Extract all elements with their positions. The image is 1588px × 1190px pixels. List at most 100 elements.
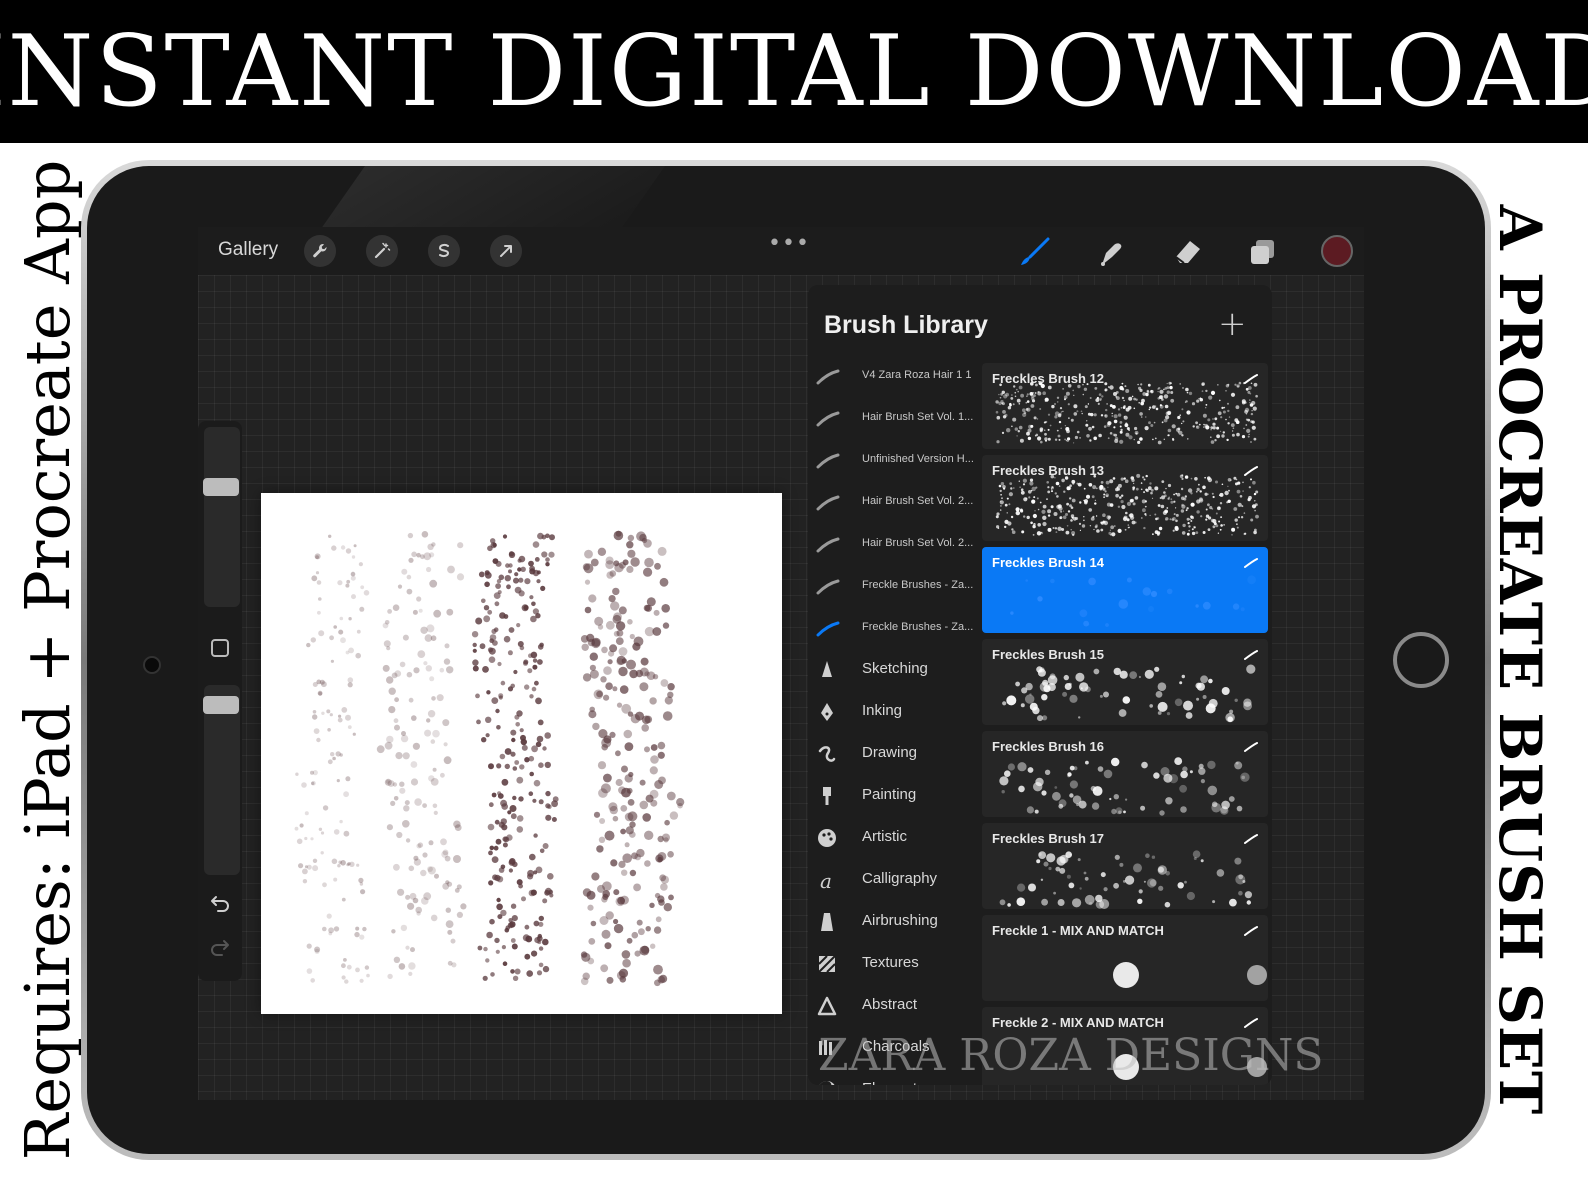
smudge-icon[interactable]	[1094, 235, 1128, 269]
layers-icon[interactable]	[1246, 235, 1280, 269]
brush-icon[interactable]	[1018, 235, 1052, 269]
freckle-dot	[589, 664, 596, 671]
speckle	[1145, 416, 1147, 418]
speckle	[1049, 424, 1052, 427]
freckle-dot	[411, 715, 417, 721]
brush-set-item[interactable]: Hair Brush Set Vol. 2...	[808, 523, 984, 565]
brush-item[interactable]: Freckle 1 - MIX AND MATCH	[982, 915, 1268, 1001]
speckle	[1163, 418, 1168, 423]
color-picker-button[interactable]	[1321, 235, 1353, 267]
speckle	[1125, 875, 1135, 885]
speckle	[1117, 528, 1122, 533]
speckle	[1068, 417, 1070, 419]
brush-set-item[interactable]: Airbrushing	[808, 901, 984, 943]
eyedropper-button[interactable]	[211, 639, 229, 657]
brush-item[interactable]: Freckles Brush 15	[982, 639, 1268, 725]
brush-set-item[interactable]: Freckle Brushes - Za...	[808, 607, 984, 649]
brush-set-item[interactable]: Artistic	[808, 817, 984, 859]
drawing-canvas[interactable]	[261, 493, 782, 1014]
brush-set-label: Unfinished Version H...	[862, 453, 974, 465]
speckle	[1103, 691, 1109, 698]
transform-arrow-icon[interactable]	[490, 235, 522, 267]
brush-item[interactable]: Freckles Brush 17	[982, 823, 1268, 909]
brush-item[interactable]: Freckles Brush 16	[982, 731, 1268, 817]
opacity-thumb[interactable]	[203, 696, 239, 714]
brush-name: Freckles Brush 15	[992, 647, 1105, 662]
magic-wand-icon[interactable]	[366, 235, 398, 267]
freckle-dot	[631, 931, 639, 939]
speckle	[1145, 853, 1150, 858]
brush-set-item[interactable]: Textures	[808, 943, 984, 985]
freckle-dot	[600, 676, 607, 683]
speckle	[1250, 478, 1252, 481]
brush-set-item[interactable]: Unfinished Version H...	[808, 439, 984, 481]
speckle	[1032, 524, 1036, 529]
brush-item[interactable]: Freckles Brush 13	[982, 455, 1268, 541]
brush-size-thumb[interactable]	[203, 478, 239, 496]
freckle-dot	[639, 667, 649, 677]
speckle	[1224, 490, 1229, 496]
eraser-icon[interactable]	[1170, 235, 1204, 269]
wrench-icon[interactable]	[304, 235, 336, 267]
freckle-dot	[387, 780, 395, 787]
speckle	[1097, 766, 1104, 772]
freckle-dot	[376, 745, 385, 754]
speckle	[1198, 423, 1201, 426]
more-options-icon[interactable]: •••	[768, 231, 810, 256]
speckle	[1125, 422, 1128, 425]
speckle	[1063, 490, 1066, 493]
undo-icon[interactable]	[208, 891, 232, 915]
brush-set-item[interactable]: Inking	[808, 691, 984, 733]
speckle	[1187, 438, 1189, 440]
stroke-icon	[1244, 466, 1258, 476]
speckle	[1042, 391, 1046, 395]
freckle-dot	[629, 869, 637, 877]
gallery-button[interactable]: Gallery	[218, 239, 278, 261]
brush-item[interactable]: Freckles Brush 12	[982, 363, 1268, 449]
speckle	[1119, 670, 1128, 679]
speckle	[1168, 496, 1171, 499]
brush-set-item[interactable]: Painting	[808, 775, 984, 817]
freckle-dot	[421, 531, 429, 538]
brush-set-item[interactable]: Freckle Brushes - Za...	[808, 565, 984, 607]
brush-set-item[interactable]: V4 Zara Roza Hair 1 1	[808, 355, 984, 397]
speckle	[1250, 441, 1252, 443]
freckle-dot	[532, 664, 538, 670]
speckle	[1057, 526, 1062, 531]
brush-item[interactable]: Freckles Brush 14	[982, 547, 1268, 633]
speckle	[1015, 388, 1018, 391]
freckle-dot	[345, 548, 352, 554]
speckle	[1026, 515, 1030, 520]
add-brush-set-button[interactable]: +	[1218, 307, 1247, 341]
selection-icon[interactable]	[428, 235, 460, 267]
speckle	[1154, 666, 1160, 672]
speckle	[1097, 402, 1100, 405]
brush-set-item[interactable]: a Calligraphy	[808, 859, 984, 901]
brush-set-item[interactable]: Hair Brush Set Vol. 1...	[808, 397, 984, 439]
brush-set-item[interactable]: Abstract	[808, 985, 984, 1027]
freckle-dot	[627, 534, 635, 542]
freckle-dot	[605, 620, 615, 630]
speckle	[1019, 438, 1024, 443]
speckle	[996, 415, 1001, 420]
speckle	[1117, 408, 1121, 411]
speckle	[1150, 491, 1153, 495]
brush-set-item[interactable]: Sketching	[808, 649, 984, 691]
brush-size-slider[interactable]	[204, 427, 240, 607]
speckle	[1004, 413, 1008, 417]
speckle	[1166, 712, 1171, 716]
freckle-dot	[532, 798, 537, 803]
speckle	[1159, 810, 1165, 816]
freckle-dot	[660, 883, 668, 891]
freckle-dot	[321, 711, 325, 715]
brush-set-item[interactable]: Drawing	[808, 733, 984, 775]
freckle-dot	[486, 690, 491, 695]
freckle-dot	[528, 653, 533, 658]
freckle-dot	[510, 938, 516, 943]
home-button[interactable]	[1393, 632, 1449, 688]
brush-set-item[interactable]: Hair Brush Set Vol. 2...	[808, 481, 984, 523]
speckle	[1198, 483, 1200, 486]
speckle	[1079, 437, 1081, 439]
redo-icon[interactable]	[208, 935, 232, 959]
freckle-dot	[626, 565, 634, 573]
